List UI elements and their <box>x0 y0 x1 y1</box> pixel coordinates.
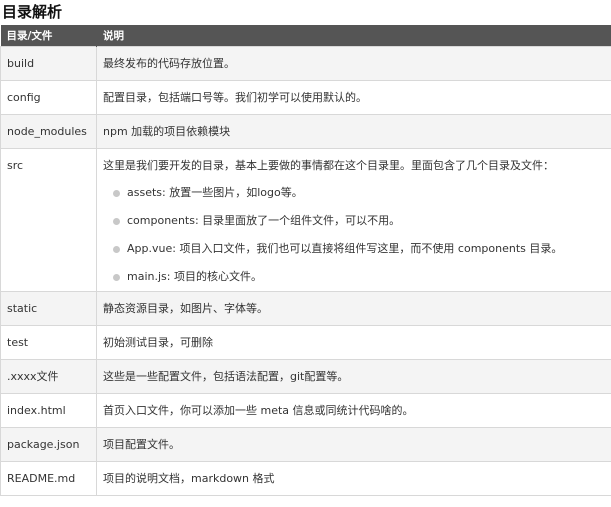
list-item-text: App.vue: 项目入口文件，我们也可以直接将组件写这里，而不使用 compo… <box>127 242 563 255</box>
row-name: src <box>0 148 97 292</box>
table-row: index.html 首页入口文件，你可以添加一些 meta 信息或同统计代码啥… <box>0 393 611 428</box>
list-item: assets: 放置一些图片，如logo等。 <box>103 179 605 207</box>
table-row-src: src 这里是我们要开发的目录，基本上要做的事情都在这个目录里。里面包含了几个目… <box>0 148 611 292</box>
list-item: components: 目录里面放了一个组件文件，可以不用。 <box>103 207 605 235</box>
header-description: 说明 <box>96 25 611 47</box>
row-description: 静态资源目录，如图片、字体等。 <box>96 291 611 326</box>
table-row: .xxxx文件 这些是一些配置文件，包括语法配置，git配置等。 <box>0 359 611 394</box>
row-name: build <box>0 46 97 81</box>
row-name: config <box>0 80 97 115</box>
row-description: 这里是我们要开发的目录，基本上要做的事情都在这个目录里。里面包含了几个目录及文件… <box>96 148 611 292</box>
table-row: package.json 项目配置文件。 <box>0 427 611 462</box>
row-description: 这些是一些配置文件，包括语法配置，git配置等。 <box>96 359 611 394</box>
list-item: App.vue: 项目入口文件，我们也可以直接将组件写这里，而不使用 compo… <box>103 235 605 263</box>
row-description: 项目的说明文档，markdown 格式 <box>96 461 611 496</box>
header-directory: 目录/文件 <box>0 25 97 47</box>
table-row: build 最终发布的代码存放位置。 <box>0 46 611 81</box>
table-row: node_modules npm 加载的项目依赖模块 <box>0 114 611 149</box>
row-name: README.md <box>0 461 97 496</box>
table-row: static 静态资源目录，如图片、字体等。 <box>0 291 611 326</box>
src-description: 这里是我们要开发的目录，基本上要做的事情都在这个目录里。里面包含了几个目录及文件… <box>103 159 554 172</box>
table-row: config 配置目录，包括端口号等。我们初学可以使用默认的。 <box>0 80 611 115</box>
row-name: node_modules <box>0 114 97 149</box>
row-description: 配置目录，包括端口号等。我们初学可以使用默认的。 <box>96 80 611 115</box>
table-header-row: 目录/文件 说明 <box>0 25 611 47</box>
row-description: 初始测试目录，可删除 <box>96 325 611 360</box>
row-description: 最终发布的代码存放位置。 <box>96 46 611 81</box>
table-row: test 初始测试目录，可删除 <box>0 325 611 360</box>
table-row: README.md 项目的说明文档，markdown 格式 <box>0 461 611 496</box>
list-item: main.js: 项目的核心文件。 <box>103 263 605 291</box>
row-name: index.html <box>0 393 97 428</box>
bullet-icon <box>113 246 120 253</box>
bullet-icon <box>113 218 120 225</box>
list-item-text: components: 目录里面放了一个组件文件，可以不用。 <box>127 214 401 227</box>
row-name: .xxxx文件 <box>0 359 97 394</box>
list-item-text: assets: 放置一些图片，如logo等。 <box>127 186 303 199</box>
row-description: 项目配置文件。 <box>96 427 611 462</box>
row-name: test <box>0 325 97 360</box>
bullet-icon <box>113 274 120 281</box>
row-description: 首页入口文件，你可以添加一些 meta 信息或同统计代码啥的。 <box>96 393 611 428</box>
directory-table: 目录/文件 说明 build 最终发布的代码存放位置。 config 配置目录，… <box>0 25 611 496</box>
page-title: 目录解析 <box>2 3 63 21</box>
row-name: static <box>0 291 97 326</box>
row-description: npm 加载的项目依赖模块 <box>96 114 611 149</box>
src-item-list: assets: 放置一些图片，如logo等。 components: 目录里面放… <box>103 179 605 291</box>
bullet-icon <box>113 190 120 197</box>
row-name: package.json <box>0 427 97 462</box>
list-item-text: main.js: 项目的核心文件。 <box>127 270 262 283</box>
